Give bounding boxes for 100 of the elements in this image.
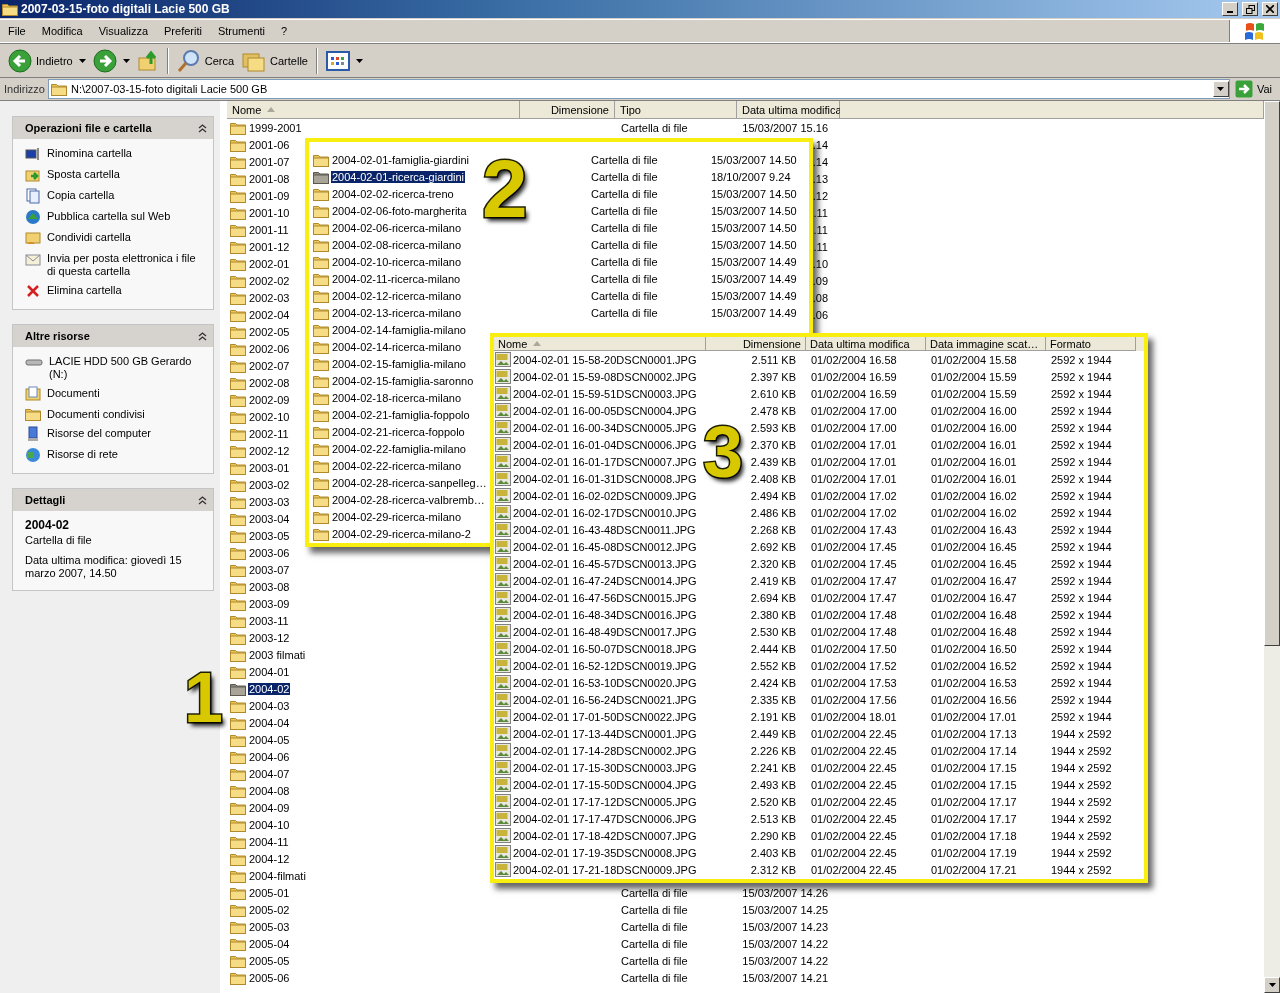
file-name[interactable]: 2004-02-01 16-47-56DSCN0015.JPG xyxy=(513,591,697,604)
column-header[interactable]: Data ultima modifica xyxy=(806,337,926,351)
folder-name[interactable]: 2004-02-01-ricerca-giardini xyxy=(331,170,466,183)
file-name[interactable]: 2004-02-01 16-00-05DSCN0004.JPG xyxy=(513,404,697,417)
folder-name[interactable]: 2004-02-29-ricerca-milano-2 xyxy=(331,527,472,540)
folder-name[interactable]: 2001-07 xyxy=(248,155,291,168)
folder-name[interactable]: 2002-12 xyxy=(248,444,291,457)
scrollbar-track[interactable] xyxy=(1264,101,1280,993)
folder-name[interactable]: 2002-11 xyxy=(248,427,290,440)
task-link[interactable]: Sposta cartella xyxy=(25,167,203,183)
file-name[interactable]: 2004-02-01 16-53-10DSCN0020.JPG xyxy=(513,676,697,689)
task-link[interactable]: Rinomina cartella xyxy=(25,146,203,162)
folder-name[interactable]: 2004-02-28-ricerca-sanpelleg… xyxy=(331,476,488,489)
folder-name[interactable]: 2003-06 xyxy=(248,546,291,559)
file-name[interactable]: 2004-02-01 16-01-31DSCN0008.JPG xyxy=(513,472,697,485)
folder-name[interactable]: 2005-04 xyxy=(248,937,291,950)
file-name[interactable]: 2004-02-01 17-18-42DSCN0007.JPG xyxy=(513,829,697,842)
task-link[interactable]: Documenti xyxy=(25,386,203,402)
file-name[interactable]: 2004-02-01 15-59-08DSCN0002.JPG xyxy=(513,370,697,383)
folder-name[interactable]: 2004-02-21-famiglia-foppolo xyxy=(331,408,471,421)
file-name[interactable]: 2004-02-01 15-58-20DSCN0001.JPG xyxy=(513,353,697,366)
file-name[interactable]: 2004-02-01 17-21-18DSCN0009.JPG xyxy=(513,863,697,876)
file-name[interactable]: 2004-02-01 16-50-07DSCN0018.JPG xyxy=(513,642,697,655)
folder-name[interactable]: 2004-02-06-ricerca-milano xyxy=(331,221,462,234)
folder-name[interactable]: 2001-09 xyxy=(248,189,291,202)
folder-name[interactable]: 2002-10 xyxy=(248,410,291,423)
task-link[interactable]: Documenti condivisi xyxy=(25,407,203,421)
folder-name[interactable]: 2004-06 xyxy=(248,750,291,763)
folder-name[interactable]: 2004-02-28-ricerca-valbremb… xyxy=(331,493,486,506)
folder-name[interactable]: 2004-02-06-foto-margherita xyxy=(331,204,468,217)
menu-item[interactable]: Strumenti xyxy=(209,25,273,37)
folder-name[interactable]: 1999-2001 xyxy=(248,121,303,134)
search-button[interactable]: Cerca xyxy=(172,46,239,75)
task-link[interactable]: Copia cartella xyxy=(25,188,203,204)
folder-name[interactable]: 2004-02-14-ricerca-milano xyxy=(331,340,462,353)
folder-name[interactable]: 2004-02-02-ricerca-treno xyxy=(331,187,455,200)
folder-name[interactable]: 2002-06 xyxy=(248,342,291,355)
folder-name[interactable]: 2004-02-11-ricerca-milano xyxy=(331,272,462,285)
menu-item[interactable]: File xyxy=(0,25,34,37)
folder-name[interactable]: 2001-11 xyxy=(248,223,290,236)
column-header[interactable]: Dimensione xyxy=(520,101,615,119)
folder-name[interactable]: 2004-08 xyxy=(248,784,291,797)
back-button[interactable]: Indietro xyxy=(4,46,77,75)
file-name[interactable]: 2004-02-01 16-01-17DSCN0007.JPG xyxy=(513,455,697,468)
folder-name[interactable]: 2004-02-12-ricerca-milano xyxy=(331,289,462,302)
menu-item[interactable]: ? xyxy=(273,25,296,37)
file-name[interactable]: 2004-02-01 16-01-04DSCN0006.JPG xyxy=(513,438,697,451)
file-name[interactable]: 2004-02-01 16-56-24DSCN0021.JPG xyxy=(513,693,697,706)
task-link[interactable]: Elimina cartella xyxy=(25,283,203,299)
folder-name[interactable]: 2004-02-14-famiglia-milano xyxy=(331,323,467,336)
file-name[interactable]: 2004-02-01 17-17-12DSCN0005.JPG xyxy=(513,795,697,808)
task-link[interactable]: Risorse di rete xyxy=(25,447,203,463)
folder-name[interactable]: 2005-01 xyxy=(248,886,291,899)
folder-name[interactable]: 2002-09 xyxy=(248,393,291,406)
folder-name[interactable]: 2004-01 xyxy=(248,665,291,678)
menu-item[interactable]: Visualizza xyxy=(90,25,157,37)
file-name[interactable]: 2004-02-01 17-15-30DSCN0003.JPG xyxy=(513,761,697,774)
folder-name[interactable]: 2003-05 xyxy=(248,529,291,542)
folder-name[interactable]: 2004-02 xyxy=(248,682,291,695)
panel-header[interactable]: Altre risorse xyxy=(13,325,213,347)
file-name[interactable]: 2004-02-01 16-45-08DSCN0012.JPG xyxy=(513,540,697,553)
file-name[interactable]: 2004-02-01 16-02-17DSCN0010.JPG xyxy=(513,506,697,519)
folder-name[interactable]: 2002-04 xyxy=(248,308,291,321)
close-button[interactable] xyxy=(1262,2,1278,16)
folder-name[interactable]: 2004-04 xyxy=(248,716,291,729)
file-name[interactable]: 2004-02-01 17-19-35DSCN0008.JPG xyxy=(513,846,697,859)
restore-button[interactable] xyxy=(1242,2,1258,16)
folder-name[interactable]: 2004-02-10-ricerca-milano xyxy=(331,255,462,268)
folder-name[interactable]: 2003-02 xyxy=(248,478,291,491)
collapse-icon[interactable] xyxy=(198,331,207,341)
file-name[interactable]: 2004-02-01 15-59-51DSCN0003.JPG xyxy=(513,387,697,400)
file-name[interactable]: 2004-02-01 16-47-24DSCN0014.JPG xyxy=(513,574,697,587)
task-link[interactable]: LACIE HDD 500 GB Gerardo (N:) xyxy=(25,354,203,381)
folder-name[interactable]: 2003-09 xyxy=(248,597,291,610)
folder-name[interactable]: 2001-06 xyxy=(248,138,291,151)
folder-name[interactable]: 2004-12 xyxy=(248,852,291,865)
folder-name[interactable]: 2004-02-08-ricerca-milano xyxy=(331,238,462,251)
folder-name[interactable]: 2005-02 xyxy=(248,903,291,916)
folder-name[interactable]: 2005-05 xyxy=(248,954,291,967)
folder-name[interactable]: 2004-02-22-famiglia-milano xyxy=(331,442,467,455)
go-button[interactable]: Vai xyxy=(1232,79,1278,99)
folders-button[interactable]: Cartelle xyxy=(238,46,312,75)
folder-name[interactable]: 2003-08 xyxy=(248,580,291,593)
folder-name[interactable]: 2002-05 xyxy=(248,325,291,338)
scrollbar-thumb[interactable] xyxy=(1264,101,1280,646)
folder-name[interactable]: 2004-02-18-ricerca-milano xyxy=(331,391,462,404)
file-name[interactable]: 2004-02-01 17-17-47DSCN0006.JPG xyxy=(513,812,697,825)
panel-header[interactable]: Operazioni file e cartella xyxy=(13,117,213,139)
address-dropdown-button[interactable] xyxy=(1212,81,1229,97)
column-header[interactable]: Formato xyxy=(1046,337,1136,351)
folder-name[interactable]: 2002-02 xyxy=(248,274,291,287)
folder-name[interactable]: 2004-02-29-ricerca-milano xyxy=(331,510,462,523)
file-name[interactable]: 2004-02-01 16-43-48DSCN0011.JPG xyxy=(513,523,696,536)
task-link[interactable]: Condividi cartella xyxy=(25,230,203,246)
file-name[interactable]: 2004-02-01 16-02-02DSCN0009.JPG xyxy=(513,489,697,502)
menu-item[interactable]: Preferiti xyxy=(156,25,210,37)
collapse-icon[interactable] xyxy=(198,123,207,133)
folder-name[interactable]: 2001-10 xyxy=(248,206,291,219)
folder-name[interactable]: 2004-02-15-famiglia-milano xyxy=(331,357,467,370)
folder-name[interactable]: 2002-08 xyxy=(248,376,291,389)
